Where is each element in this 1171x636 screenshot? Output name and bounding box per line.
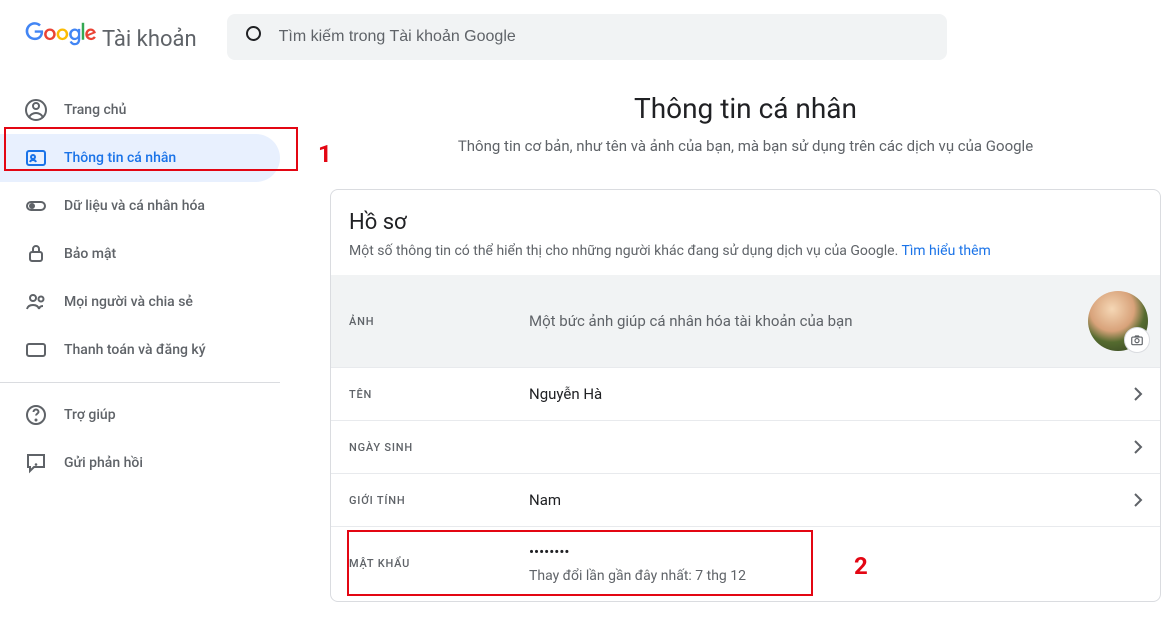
people-icon <box>24 290 48 314</box>
logo[interactable]: Tài khoản <box>24 22 197 52</box>
profile-card-header: Hồ sơ Một số thông tin có thể hiển thị c… <box>331 190 1160 275</box>
row-value: •••••••• Thay đổi lần gần đây nhất: 7 th… <box>529 541 1126 587</box>
sidebar-item-personal-info[interactable]: Thông tin cá nhân <box>0 134 280 182</box>
camera-icon <box>1124 327 1150 353</box>
google-logo-icon <box>24 22 98 46</box>
profile-row-birthday[interactable]: NGÀY SINH <box>331 420 1160 473</box>
sidebar-item-label: Thông tin cá nhân <box>64 150 176 166</box>
sidebar-item-help[interactable]: Trợ giúp <box>0 391 280 439</box>
help-icon <box>24 403 48 427</box>
profile-row-name[interactable]: TÊN Nguyễn Hà <box>331 367 1160 420</box>
chevron-right-icon <box>1126 435 1150 459</box>
profile-heading: Hồ sơ <box>349 210 1142 235</box>
sidebar-item-label: Gửi phản hồi <box>64 455 143 471</box>
row-label: TÊN <box>349 388 529 401</box>
profile-desc: Một số thông tin có thể hiển thị cho nhữ… <box>349 243 1142 259</box>
sidebar-item-label: Mọi người và chia sẻ <box>64 294 193 310</box>
profile-card: Hồ sơ Một số thông tin có thể hiển thị c… <box>330 189 1161 602</box>
sidebar-item-label: Trợ giúp <box>64 407 116 423</box>
password-mask: •••••••• <box>529 541 1126 564</box>
sidebar-item-feedback[interactable]: Gửi phản hồi <box>0 439 280 487</box>
sidebar-divider <box>0 382 280 383</box>
sidebar-item-label: Bảo mật <box>64 246 116 262</box>
profile-row-password[interactable]: MẬT KHẨU •••••••• Thay đổi lần gần đây n… <box>331 526 1160 601</box>
avatar[interactable] <box>1088 291 1148 351</box>
home-icon <box>24 98 48 122</box>
main-content: Thông tin cá nhân Thông tin cơ bản, như … <box>280 68 1171 602</box>
row-value: Nam <box>529 489 1126 512</box>
sidebar-item-label: Thanh toán và đăng ký <box>64 342 206 358</box>
row-label: MẬT KHẨU <box>349 557 529 570</box>
sidebar-item-payments[interactable]: Thanh toán và đăng ký <box>0 326 280 374</box>
toggle-icon <box>24 194 48 218</box>
lock-icon <box>24 242 48 266</box>
learn-more-link[interactable]: Tìm hiểu thêm <box>901 243 990 259</box>
app-header: Tài khoản <box>0 0 1171 68</box>
row-label: ẢNH <box>349 315 529 328</box>
chevron-right-icon <box>1126 382 1150 406</box>
sidebar: Trang chủ Thông tin cá nhân Dữ liệu và c… <box>0 68 280 602</box>
sidebar-item-security[interactable]: Bảo mật <box>0 230 280 278</box>
password-last-changed: Thay đổi lần gần đây nhất: 7 thg 12 <box>529 566 1126 587</box>
page-title: Thông tin cá nhân <box>330 92 1161 125</box>
sidebar-item-data-personalization[interactable]: Dữ liệu và cá nhân hóa <box>0 182 280 230</box>
photo-desc: Một bức ảnh giúp cá nhân hóa tài khoản c… <box>529 310 1088 333</box>
sidebar-item-label: Trang chủ <box>64 102 126 118</box>
badge-icon <box>24 146 48 170</box>
search-bar[interactable] <box>227 14 947 60</box>
sidebar-item-people-sharing[interactable]: Mọi người và chia sẻ <box>0 278 280 326</box>
sidebar-item-home[interactable]: Trang chủ <box>0 86 280 134</box>
card-icon <box>24 338 48 362</box>
row-label: NGÀY SINH <box>349 441 529 454</box>
chevron-right-icon <box>1126 488 1150 512</box>
row-value: Nguyễn Hà <box>529 383 1126 406</box>
sidebar-item-label: Dữ liệu và cá nhân hóa <box>64 198 205 214</box>
row-label: GIỚI TÍNH <box>349 494 529 507</box>
logo-account-text: Tài khoản <box>102 27 197 52</box>
profile-row-photo[interactable]: ẢNH Một bức ảnh giúp cá nhân hóa tài kho… <box>331 275 1160 367</box>
profile-row-gender[interactable]: GIỚI TÍNH Nam <box>331 473 1160 526</box>
search-icon <box>243 23 267 51</box>
feedback-icon <box>24 451 48 475</box>
page-subtitle: Thông tin cơ bản, như tên và ảnh của bạn… <box>330 137 1161 155</box>
search-input[interactable] <box>279 28 931 46</box>
